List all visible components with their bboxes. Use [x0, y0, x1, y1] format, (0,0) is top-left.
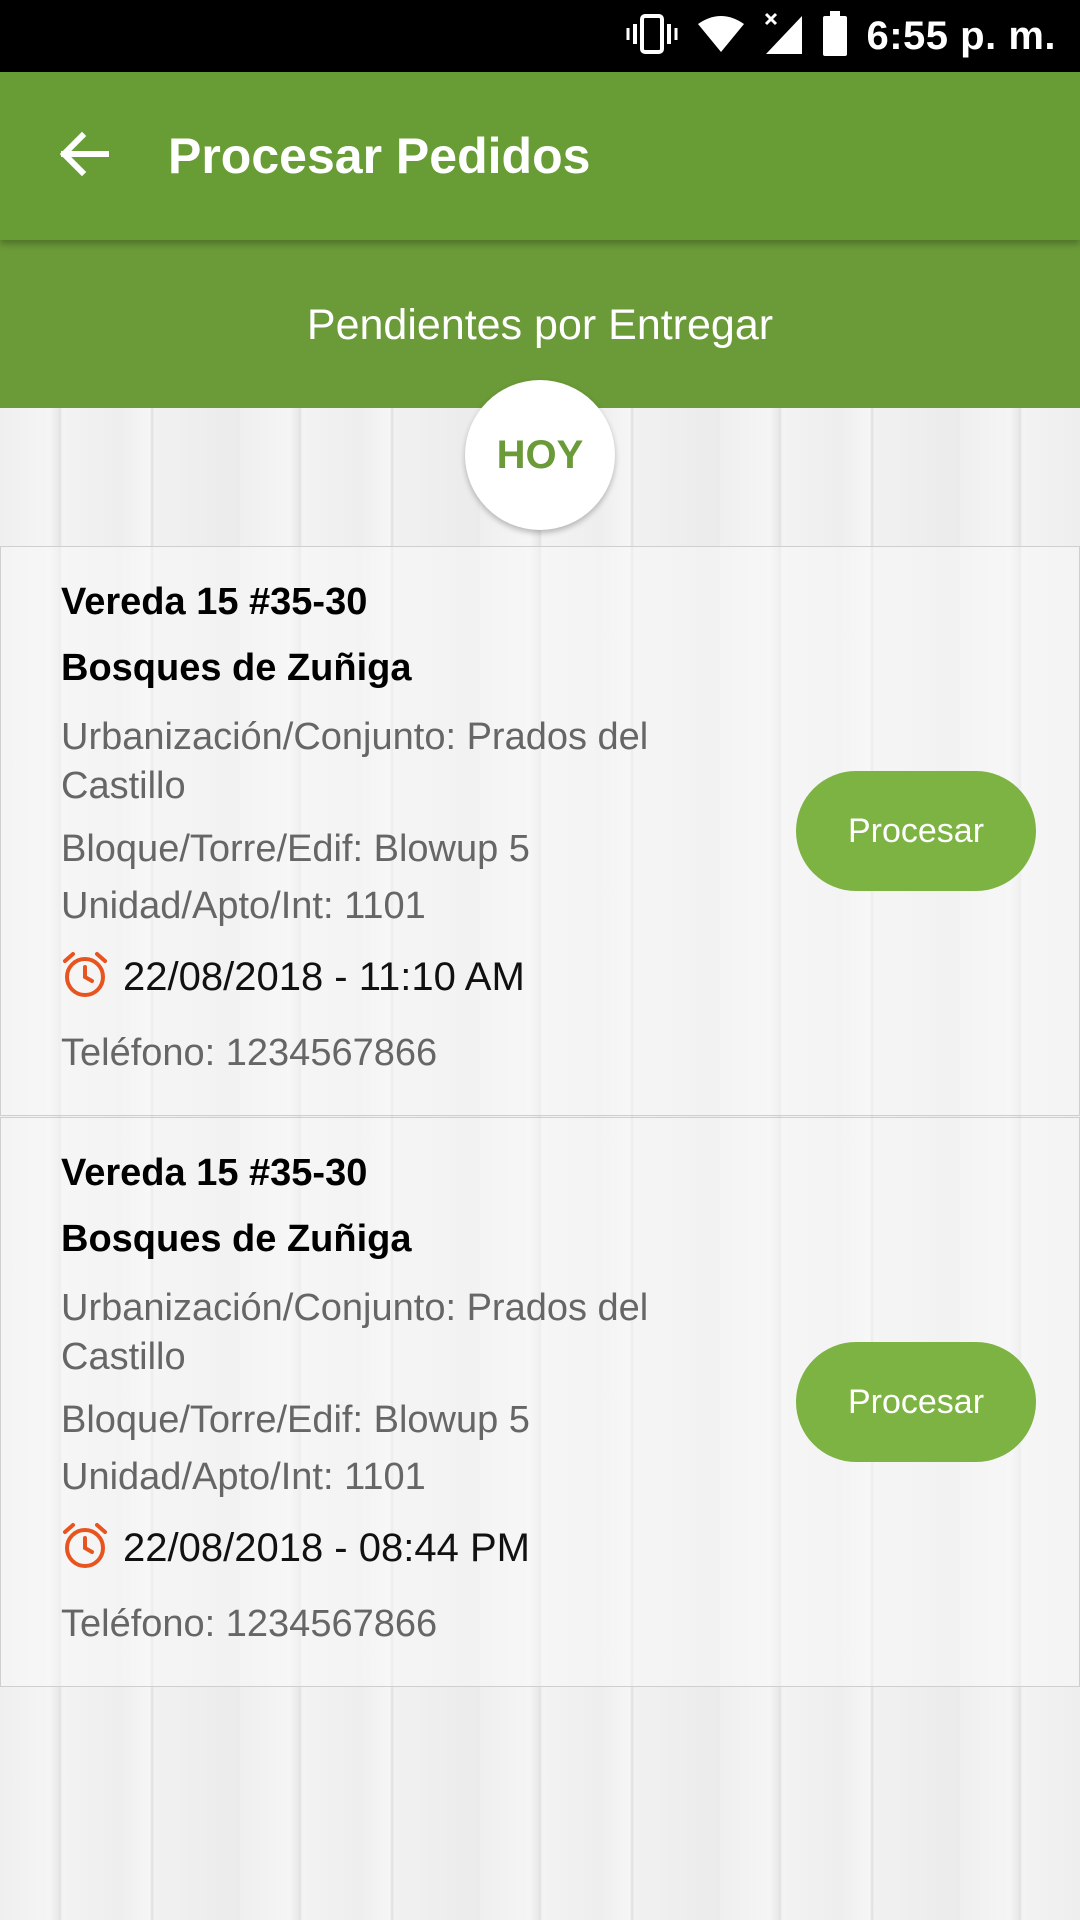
page-title: Procesar Pedidos — [168, 128, 591, 184]
status-icons: 6:55 p. m. — [626, 0, 1056, 72]
app-bar: Procesar Pedidos — [0, 72, 1080, 240]
order-phone: Teléfono: 1234567866 — [61, 1032, 438, 1074]
order-block: Bloque/Torre/Edif: Blowup 5 — [61, 828, 530, 870]
status-bar: 6:55 p. m. — [0, 0, 1080, 72]
order-address: Vereda 15 #35-30 — [61, 581, 368, 623]
arrow-back-icon — [58, 130, 110, 183]
order-neighborhood: Bosques de Zuñiga — [61, 1218, 412, 1260]
clock-icon — [61, 951, 109, 1004]
day-badge: HOY — [465, 380, 615, 530]
order-complex: Urbanización/Conjunto: Prados del Castil… — [61, 716, 649, 807]
vibrate-icon — [626, 12, 678, 61]
battery-icon — [822, 10, 848, 62]
order-address: Vereda 15 #35-30 — [61, 1152, 368, 1194]
order-datetime: 22/08/2018 - 11:10 AM — [123, 955, 525, 999]
order-unit: Unidad/Apto/Int: 1101 — [61, 885, 426, 927]
order-block: Bloque/Torre/Edif: Blowup 5 — [61, 1399, 530, 1441]
order-complex: Urbanización/Conjunto: Prados del Castil… — [61, 1287, 649, 1378]
order-unit: Unidad/Apto/Int: 1101 — [61, 1456, 426, 1498]
process-button[interactable]: Procesar — [796, 1342, 1036, 1462]
order-datetime-row: 22/08/2018 - 11:10 AM — [61, 951, 525, 1004]
order-card: Vereda 15 #35-30 Bosques de Zuñiga Urban… — [0, 546, 1080, 1116]
signal-icon — [764, 12, 804, 61]
status-time: 6:55 p. m. — [866, 13, 1056, 58]
orders-list: Vereda 15 #35-30 Bosques de Zuñiga Urban… — [0, 408, 1080, 1920]
order-datetime: 22/08/2018 - 08:44 PM — [123, 1526, 530, 1570]
order-card: Vereda 15 #35-30 Bosques de Zuñiga Urban… — [0, 1117, 1080, 1687]
order-neighborhood: Bosques de Zuñiga — [61, 647, 412, 689]
back-button[interactable] — [40, 112, 128, 200]
order-phone: Teléfono: 1234567866 — [61, 1603, 438, 1645]
clock-icon — [61, 1522, 109, 1575]
wifi-icon — [696, 14, 746, 59]
process-button[interactable]: Procesar — [796, 771, 1036, 891]
order-datetime-row: 22/08/2018 - 08:44 PM — [61, 1522, 530, 1575]
